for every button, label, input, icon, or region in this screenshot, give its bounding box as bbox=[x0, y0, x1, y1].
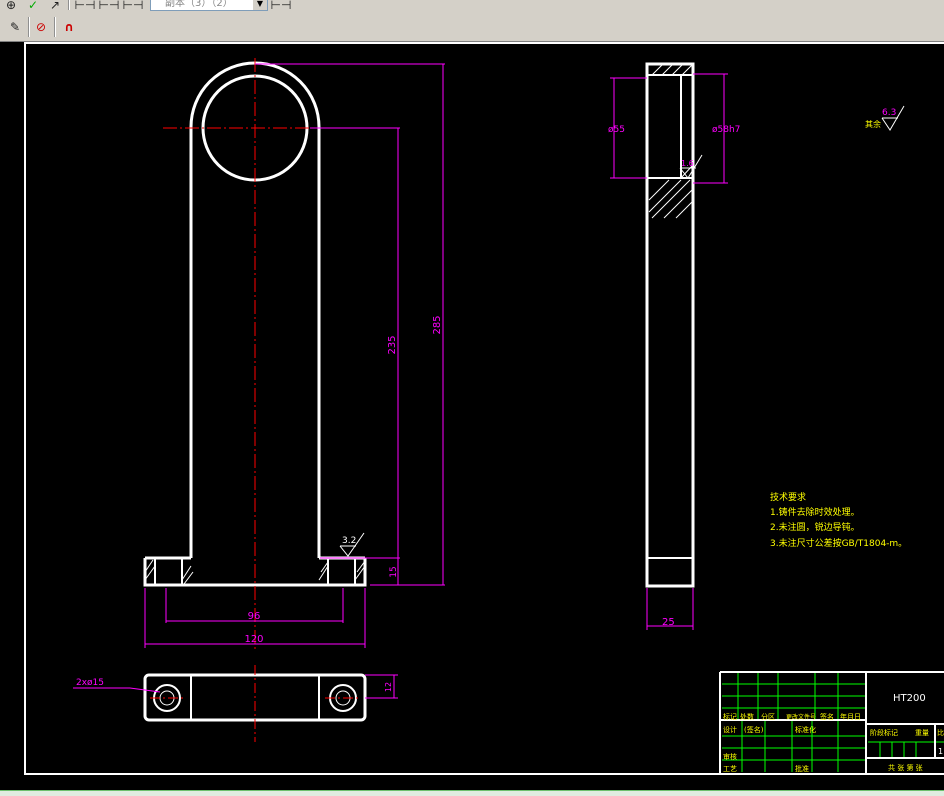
tb-label-stage: 阶段标记 bbox=[870, 728, 898, 737]
pointer-arrow-icon[interactable]: ↗ bbox=[44, 0, 66, 15]
tb-label-sign: 签名 bbox=[820, 712, 834, 721]
tech-req-item-1: 1.铸件去除时效处理。 bbox=[770, 506, 860, 518]
side-outline bbox=[645, 62, 695, 588]
layer-off-icon[interactable]: ⊘ bbox=[30, 17, 52, 37]
dim-285-label: 285 bbox=[432, 315, 443, 334]
tb-label-review: 审核 bbox=[723, 752, 737, 761]
roughness-32-label: 3.2 bbox=[342, 536, 356, 546]
roughness-16-label: 1.6 bbox=[681, 159, 694, 168]
dim-96-label: 96 bbox=[248, 611, 261, 622]
side-view bbox=[645, 62, 695, 588]
tb-label-mark: 标记 bbox=[723, 712, 737, 721]
toolbar-row-1: ⊕ ✓ ↗ ⊢⊣ ⊢⊣ ⊢⊣ 副本（3）（2） ▼ ⊢⊣ bbox=[0, 0, 944, 15]
dim-linear-icon[interactable]: ⊢⊣ bbox=[74, 0, 96, 15]
tb-label-change: 更改文件号 bbox=[786, 713, 816, 721]
dim-aligned-icon[interactable]: ⊢⊣ bbox=[98, 0, 120, 15]
title-block: HT200 标记 处数 分区 更改文件号 签名 年月日 设计 (签名) 标准化 … bbox=[719, 671, 944, 774]
dim-baseline-icon[interactable]: ⊢⊣ bbox=[122, 0, 144, 15]
tech-requirements: 技术要求 1.铸件去除时效处理。 2.未注圆，锐边导钝。 3.未注尺寸公差按GB… bbox=[770, 491, 907, 549]
tb-label-count: 处数 bbox=[740, 712, 754, 721]
tb-label-approve: 批准 bbox=[795, 764, 809, 773]
dim-25-label: 25 bbox=[662, 617, 675, 628]
dim-120-label: 120 bbox=[244, 634, 263, 645]
dim-continue-icon[interactable]: ⊢⊣ bbox=[270, 0, 292, 15]
edit-icon[interactable]: ✎ bbox=[4, 17, 26, 37]
dimstyle-combo[interactable]: 副本（3）（2） ▼ bbox=[150, 0, 268, 11]
magnet-icon[interactable]: ∩ bbox=[58, 17, 80, 37]
hole-callout-label: 2xø15 bbox=[76, 678, 104, 688]
tb-sheet-text: 共 张 第 张 bbox=[888, 763, 923, 772]
tb-label-weight: 重量 bbox=[915, 729, 929, 737]
toolbar-row-2: ✎ ⊘ ∩ bbox=[0, 14, 944, 42]
dim-15-label: 15 bbox=[389, 566, 399, 577]
tb-scale-value: 1 bbox=[938, 747, 943, 756]
boss-outer-arc bbox=[189, 61, 321, 128]
dimstyle-combo-value: 副本（3）（2） bbox=[165, 0, 233, 9]
tb-label-standard: 标准化 bbox=[795, 725, 816, 734]
drawing-canvas[interactable]: 235 285 15 96 120 3.2 2xø15 12 ø55 ø58h7… bbox=[0, 42, 944, 790]
status-bar bbox=[0, 790, 944, 796]
drawing-border bbox=[24, 42, 944, 775]
tech-req-title: 技术要求 bbox=[770, 491, 806, 503]
tb-label-date: 年月日 bbox=[840, 712, 861, 721]
title-block-frame bbox=[719, 671, 944, 774]
dim-55-label: ø55 bbox=[608, 125, 625, 135]
tb-label-design: 设计 bbox=[723, 725, 737, 734]
roughness-other-label: 其余 bbox=[865, 119, 881, 129]
side-dimensions bbox=[610, 73, 728, 630]
roughness-63-label: 6.3 bbox=[882, 108, 896, 118]
dim-12-label: 12 bbox=[384, 682, 393, 692]
check-icon[interactable]: ✓ bbox=[22, 0, 44, 15]
side-hatch bbox=[648, 64, 693, 219]
tech-req-item-2: 2.未注圆，锐边导钝。 bbox=[770, 521, 860, 533]
tb-label-scale: 比例 bbox=[937, 728, 944, 737]
dim-235-label: 235 bbox=[387, 335, 398, 354]
cad-drawing: 235 285 15 96 120 3.2 2xø15 12 ø55 ø58h7… bbox=[24, 42, 944, 775]
material-label: HT200 bbox=[893, 693, 926, 704]
circle-plus-icon[interactable]: ⊕ bbox=[0, 0, 22, 15]
tb-label-zone: 分区 bbox=[761, 712, 775, 721]
dim-58-label: ø58h7 bbox=[712, 125, 740, 135]
tb-label-signname: (签名) bbox=[744, 725, 764, 734]
chevron-down-icon[interactable]: ▼ bbox=[253, 0, 267, 10]
tech-req-item-3: 3.未注尺寸公差按GB/T1804-m。 bbox=[770, 537, 907, 549]
tb-label-process: 工艺 bbox=[723, 765, 737, 773]
